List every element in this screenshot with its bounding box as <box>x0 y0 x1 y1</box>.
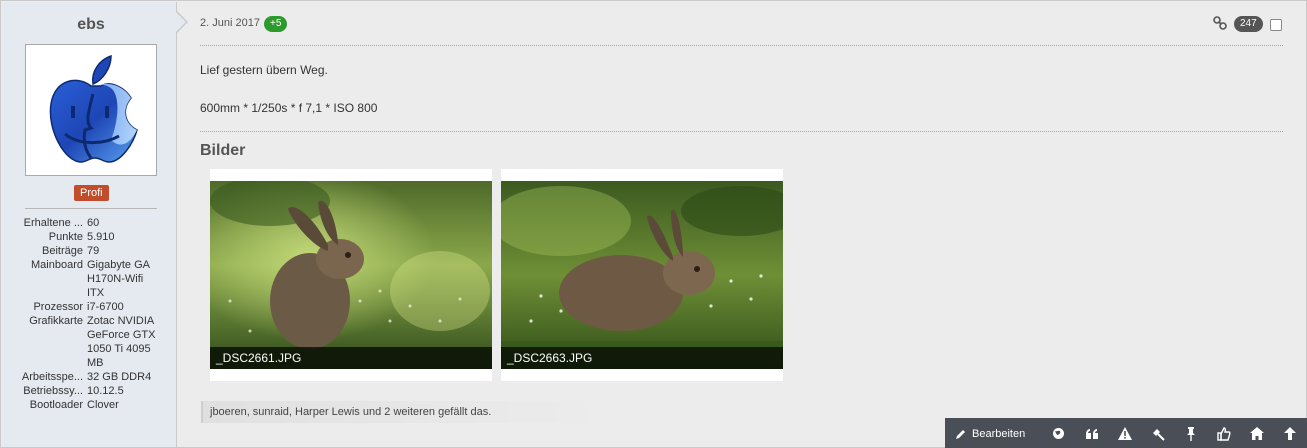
hare-photo <box>501 181 783 369</box>
post-toolbar: Bearbeiten <box>945 418 1307 448</box>
post-date[interactable]: 2. Juni 2017 <box>200 17 260 29</box>
hare-photo <box>210 181 492 369</box>
pin-icon[interactable] <box>1174 418 1207 448</box>
stat-value: Gigabyte GA H170N-Wifi ITX <box>87 259 150 299</box>
message-content: 2. Juni 2017 +5 247 Lief gestern übern W… <box>179 1 1307 447</box>
home-icon[interactable] <box>1240 418 1273 448</box>
stat-label: Mainboard <box>31 259 83 271</box>
stat-row: Bootloader Clover <box>12 398 172 412</box>
user-sidebar: ebs Profi Erhaltene ... 60 Punkte 5.910 … <box>2 2 188 447</box>
stat-value: 32 GB DDR4 <box>87 371 152 383</box>
stat-value: Clover <box>87 399 119 411</box>
stat-label: Prozessor <box>33 301 83 313</box>
likes-badge[interactable]: +5 <box>264 16 288 32</box>
attachment-thumbnail[interactable]: _DSC2663.JPG <box>501 169 783 381</box>
stat-label: Erhaltene ... <box>23 217 83 229</box>
stat-value: 10.12.5 <box>87 385 124 397</box>
stat-label: Arbeitsspe... <box>21 371 83 383</box>
rank-badge: Profi <box>74 185 109 201</box>
stat-value: i7-6700 <box>87 301 124 313</box>
divider <box>200 45 1283 46</box>
stat-label: Beiträge <box>42 245 83 257</box>
stat-label: Punkte <box>48 231 83 243</box>
stat-label: Betriebssy... <box>23 385 83 397</box>
attachment-thumbnail[interactable]: _DSC2661.JPG <box>210 169 492 381</box>
post-text-line: Lief gestern übern Weg. <box>200 63 328 77</box>
stat-row: Beiträge 79 <box>12 244 172 258</box>
stat-row: Erhaltene ... 60 <box>12 216 172 230</box>
finder-apple-logo-icon <box>49 54 138 163</box>
warning-icon[interactable] <box>1108 418 1141 448</box>
user-stats: Erhaltene ... 60 Punkte 5.910 Beiträge 7… <box>12 216 172 412</box>
edit-button[interactable]: Bearbeiten <box>945 428 1042 440</box>
stat-value: Zotac NVIDIA GeForce GTX 1050 Ti 4095 MB <box>87 315 156 369</box>
divider <box>200 131 1283 132</box>
globe-icon[interactable] <box>1042 418 1075 448</box>
post-text-line: 600mm * 1/250s * f 7,1 * ISO 800 <box>200 101 378 115</box>
gavel-icon[interactable] <box>1141 418 1174 448</box>
likes-summary[interactable]: jboeren, sunraid, Harper Lewis und 2 wei… <box>201 401 613 423</box>
link-icon[interactable] <box>1213 16 1227 33</box>
stat-row: Arbeitsspe... 32 GB DDR4 <box>12 370 172 384</box>
stat-row: Betriebssy... 10.12.5 <box>12 384 172 398</box>
divider <box>25 208 157 209</box>
edit-label: Bearbeiten <box>972 427 1026 440</box>
attachments-title: Bilder <box>200 142 246 159</box>
image-caption: _DSC2661.JPG <box>210 347 492 369</box>
select-checkbox[interactable] <box>1270 19 1282 31</box>
image-caption: _DSC2663.JPG <box>501 347 783 369</box>
post-number-badge[interactable]: 247 <box>1234 16 1263 32</box>
stat-label: Bootloader <box>29 399 83 411</box>
stat-label: Grafikkarte <box>29 315 83 327</box>
thumbs-up-icon[interactable] <box>1207 418 1240 448</box>
stat-value[interactable]: 60 <box>87 216 157 230</box>
arrow-up-icon[interactable] <box>1273 418 1306 448</box>
stat-row: Grafikkarte Zotac NVIDIA GeForce GTX 105… <box>12 314 172 370</box>
stat-row: Prozessor i7-6700 <box>12 300 172 314</box>
stat-row: Punkte 5.910 <box>12 230 172 244</box>
username[interactable]: ebs <box>2 16 180 34</box>
pencil-icon <box>956 429 965 439</box>
avatar[interactable] <box>25 44 157 176</box>
stat-value[interactable]: 5.910 <box>87 230 157 244</box>
message-post: ebs Profi Erhaltene ... 60 Punkte 5.910 … <box>0 0 1307 448</box>
quote-icon[interactable] <box>1075 418 1108 448</box>
stat-row: Mainboard Gigabyte GA H170N-Wifi ITX <box>12 258 172 300</box>
stat-value[interactable]: 79 <box>87 244 157 258</box>
